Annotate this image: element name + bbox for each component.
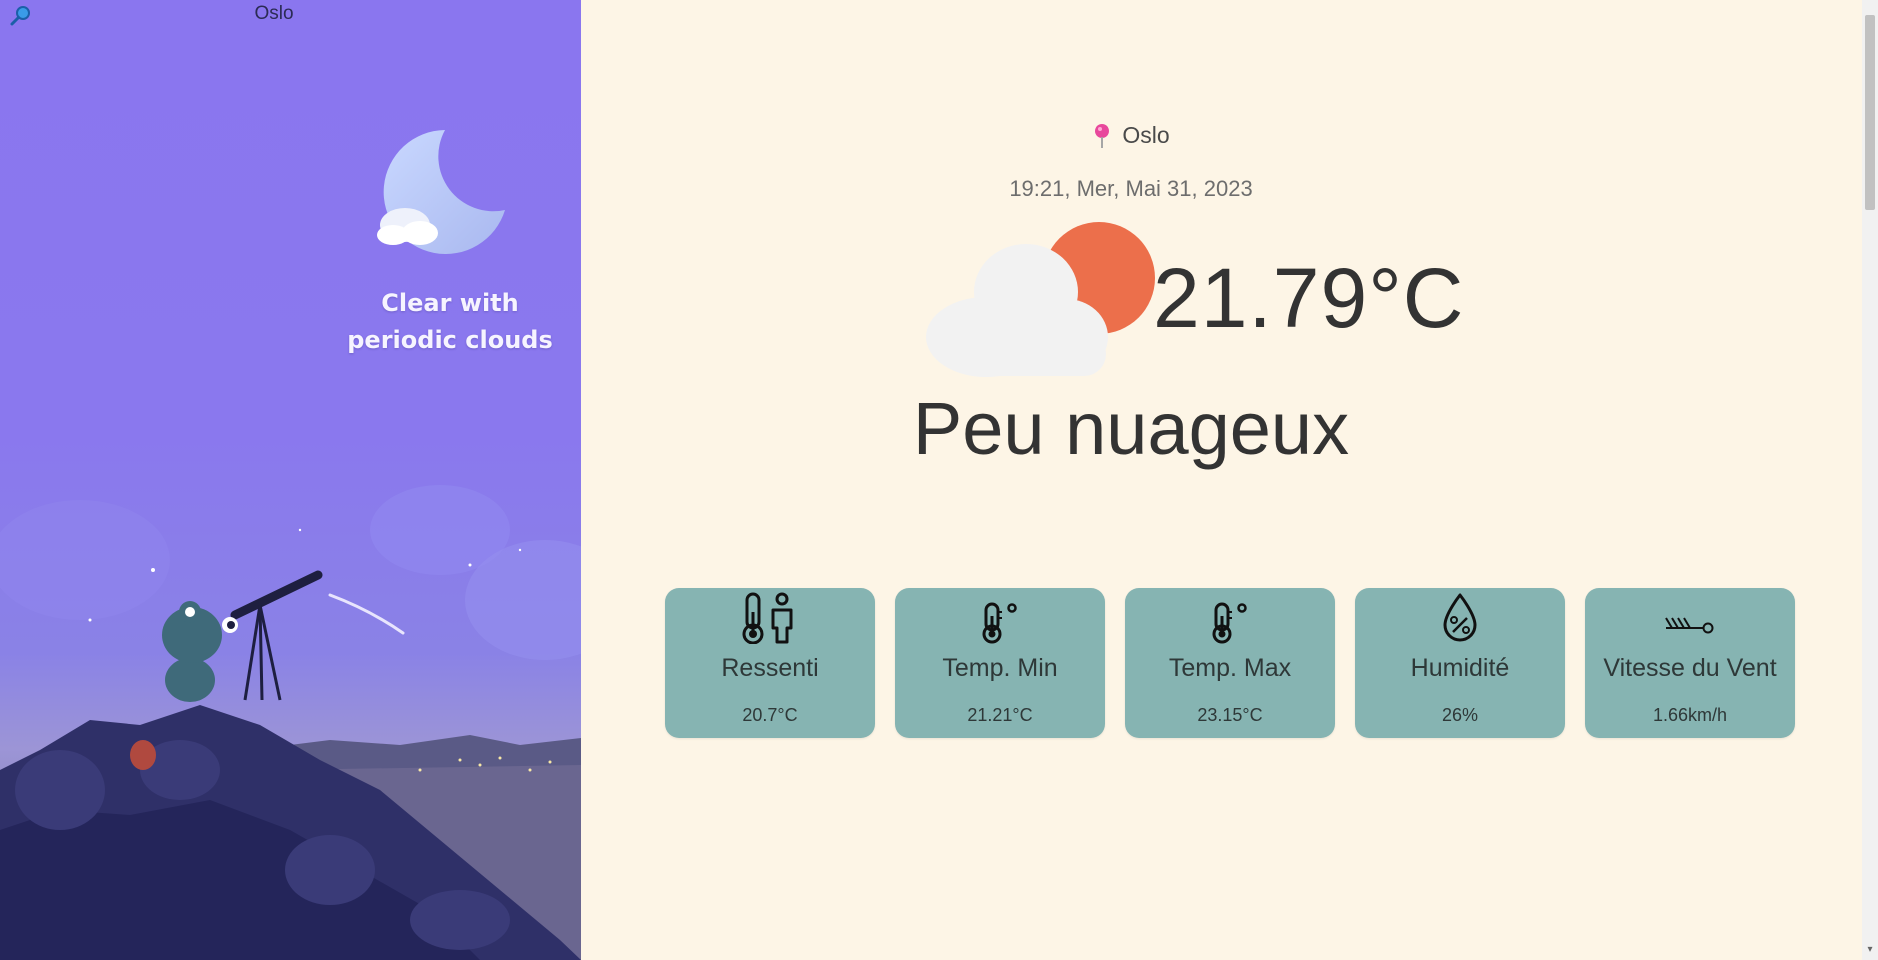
sidebar-city: Oslo <box>254 3 294 24</box>
card-title: Ressenti <box>721 654 819 682</box>
card-value: 21.21°C <box>967 705 1033 725</box>
sidebar-condition: Clear with periodic clouds <box>330 285 570 359</box>
card-title: Vitesse du Vent <box>1603 654 1777 682</box>
main-panel: Oslo 19:21, Mer, Mai 31, 2023 21.79°C Pe… <box>581 0 1862 960</box>
wind-icon <box>1664 588 1716 644</box>
card-value: 26% <box>1441 705 1479 725</box>
condition-line-2: periodic clouds <box>347 326 553 354</box>
location-row: Oslo <box>581 122 1681 149</box>
card-value: 23.15°C <box>1197 705 1263 725</box>
condition-line-1: Clear with <box>381 289 519 317</box>
scrollbar-thumb[interactable] <box>1865 15 1875 210</box>
weather-cards: Ressenti 20.7°C Temp. Min 21.21°C Temp. … <box>665 588 1795 738</box>
feels-like-icon <box>742 588 798 644</box>
card-temp-max: Temp. Max 23.15°C <box>1125 588 1335 738</box>
card-value: 1.66km/h <box>1652 705 1728 725</box>
card-temp-min: Temp. Min 21.21°C <box>895 588 1105 738</box>
card-title: Temp. Min <box>942 654 1058 682</box>
weather-description: Peu nuageux <box>912 387 1350 470</box>
moon-cloud-icon <box>377 130 505 254</box>
temperature: 21.79°C <box>1153 251 1465 345</box>
thermometer-icon <box>1210 588 1250 644</box>
card-humidity: Humidité 26% <box>1355 588 1565 738</box>
location-pin-icon <box>1095 123 1110 148</box>
night-scene-illustration <box>0 485 581 960</box>
thermometer-icon <box>980 588 1020 644</box>
card-feels-like: Ressenti 20.7°C <box>665 588 875 738</box>
card-title: Humidité <box>1410 654 1510 682</box>
card-title: Temp. Max <box>1168 654 1292 682</box>
vertical-scrollbar[interactable]: ▾ <box>1862 0 1878 960</box>
partly-cloudy-icon <box>926 222 1155 377</box>
card-wind-speed: Vitesse du Vent 1.66km/h <box>1585 588 1795 738</box>
sidebar-panel: Oslo Clear with periodic clouds <box>0 0 581 960</box>
humidity-icon <box>1440 588 1480 644</box>
card-value: 20.7°C <box>742 705 798 725</box>
location-name: Oslo <box>1122 122 1170 148</box>
scroll-down-arrow-icon[interactable]: ▾ <box>1865 944 1875 956</box>
date-time: 19:21, Mer, Mai 31, 2023 <box>1009 176 1253 201</box>
